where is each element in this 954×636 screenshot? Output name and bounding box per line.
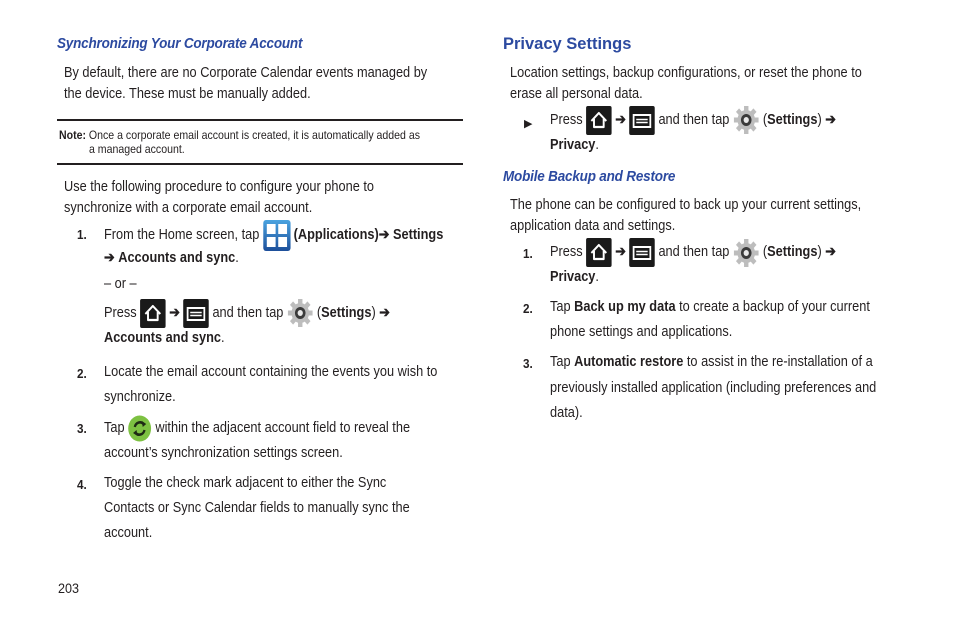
arrow-icon: ➔ (615, 244, 626, 260)
paren: ) (371, 304, 376, 321)
intro-line-2: the device. These must be manually added… (64, 86, 311, 102)
settings-label: Settings (767, 111, 818, 128)
paren: ) (817, 111, 822, 128)
automatic-restore-label: Automatic restore (574, 354, 684, 370)
step-number: 4. (77, 477, 87, 492)
step-number: 2. (523, 301, 533, 316)
step-2-line-2: synchronize. (104, 389, 176, 405)
paren: ) (817, 244, 822, 260)
backup-step-3-line-1: Tap Automatic restore to assist in the r… (550, 352, 873, 373)
section-heading-privacy-settings: Privacy Settings (503, 35, 632, 53)
note-label: Note: (59, 128, 86, 142)
procedure-line-1: Use the following procedure to configure… (64, 179, 374, 195)
privacy-label: Privacy (550, 137, 596, 153)
procedure-line-2: synchronize with a corporate email accou… (64, 200, 313, 216)
intro-line-1: By default, there are no Corporate Calen… (64, 65, 428, 81)
step-text: to create a backup of your current (679, 299, 870, 315)
step-number: 3. (77, 421, 87, 436)
step-1-line-2: ➔ Accounts and sync . (104, 248, 239, 269)
accounts-and-sync-label: Accounts and sync (104, 330, 221, 346)
note: Note: Once a corporate email account is … (59, 128, 420, 142)
sync-icon[interactable] (128, 415, 152, 442)
note-text-2: a managed account. (89, 142, 185, 156)
applications-icon[interactable] (262, 219, 291, 251)
section-heading-sync-corporate: Synchronizing Your Corporate Account (57, 36, 303, 52)
backup-intro-line-1: The phone can be configured to back up y… (510, 197, 862, 213)
then-tap-text: and then tap (658, 244, 730, 260)
section-heading-mobile-backup: Mobile Backup and Restore (503, 169, 676, 185)
period: . (235, 250, 239, 266)
settings-label: Settings (767, 244, 818, 260)
step-4-line-3: account. (104, 525, 153, 541)
step-4-line-1: Toggle the check mark adjacent to either… (104, 475, 387, 491)
step-1-alt-line: Press ➔ and then tap (Settings) ➔ (104, 297, 390, 329)
privacy-bullet-line-2: Privacy. (550, 135, 599, 156)
settings-gear-icon[interactable] (287, 298, 313, 328)
press-text: Press (550, 244, 583, 260)
step-number: 1. (77, 227, 87, 242)
menu-key-icon[interactable] (629, 238, 655, 267)
privacy-label: Privacy (550, 269, 596, 285)
back-up-my-data-label: Back up my data (574, 299, 676, 315)
tap-text: Tap (550, 354, 571, 370)
home-key-icon[interactable] (140, 298, 166, 328)
accounts-and-sync-label: Accounts and sync (118, 250, 236, 266)
tap-text: Tap (104, 419, 125, 436)
then-tap-text: and then tap (658, 111, 730, 128)
note-bottom-rule (57, 163, 463, 165)
settings-gear-icon[interactable] (733, 105, 759, 135)
arrow-icon: ➔ (169, 304, 180, 321)
settings-label: Settings (321, 304, 372, 321)
period: . (595, 137, 599, 153)
backup-intro-line-2: application data and settings. (510, 218, 676, 234)
step-number: 3. (523, 356, 533, 371)
privacy-bullet-line-1: Press ➔ and then tap (Settings) ➔ (550, 105, 836, 135)
press-text: Press (550, 111, 583, 128)
step-2-line-1: Locate the email account containing the … (104, 364, 438, 380)
menu-key-icon[interactable] (183, 298, 209, 328)
page-number: 203 (58, 580, 80, 596)
arrow-icon: ➔ (104, 250, 115, 266)
arrow-icon: ➔ (378, 226, 390, 243)
step-3-line-1: Tap within the adjacent account field to… (104, 413, 410, 443)
arrow-icon: ➔ (825, 111, 836, 128)
settings-gear-icon[interactable] (733, 238, 759, 268)
home-key-icon[interactable] (586, 238, 612, 267)
backup-step-1-line-1: Press ➔ and then tap (Settings) ➔ (550, 237, 836, 268)
period: . (220, 330, 225, 346)
note-text-1: Once a corporate email account is create… (88, 128, 420, 142)
or-separator: – or – (104, 276, 137, 292)
backup-step-1-line-2: Privacy. (550, 267, 599, 288)
step-4-line-2: Contacts or Sync Calendar fields to manu… (104, 500, 410, 516)
backup-step-3-line-3: data). (550, 405, 583, 421)
privacy-intro-line-2: erase all personal data. (510, 86, 643, 102)
backup-step-2-line-2: phone settings and applications. (550, 324, 733, 340)
backup-step-3-line-2: previously installed application (includ… (550, 380, 877, 396)
step-text: within the adjacent account field to rev… (155, 419, 411, 436)
step-3-line-2: account’s synchronization settings scree… (104, 445, 343, 461)
step-text: From the Home screen, tap (104, 226, 260, 243)
note-top-rule (57, 119, 463, 121)
step-number: 1. (523, 246, 533, 261)
privacy-intro-line-1: Location settings, backup configurations… (510, 65, 862, 81)
press-text: Press (104, 304, 137, 321)
step-number: 2. (77, 366, 87, 381)
step-text: to assist in the re-installation of a (686, 354, 873, 370)
bullet-icon: ▶ (524, 118, 533, 130)
tap-text: Tap (550, 299, 571, 315)
applications-label: (Applications) (293, 226, 379, 243)
then-tap-text: and then tap (212, 304, 284, 321)
menu-key-icon[interactable] (629, 105, 655, 135)
backup-step-2-line-1: Tap Back up my data to create a backup o… (550, 297, 870, 318)
settings-label: Settings (392, 226, 444, 243)
step-1-alt-line-2: Accounts and sync. (104, 328, 225, 349)
period: . (595, 269, 599, 285)
arrow-icon: ➔ (825, 244, 836, 260)
arrow-icon: ➔ (379, 304, 390, 321)
arrow-icon: ➔ (615, 111, 626, 128)
step-1-line-1: From the Home screen, tap (Applications)… (104, 218, 443, 252)
home-key-icon[interactable] (586, 105, 612, 135)
